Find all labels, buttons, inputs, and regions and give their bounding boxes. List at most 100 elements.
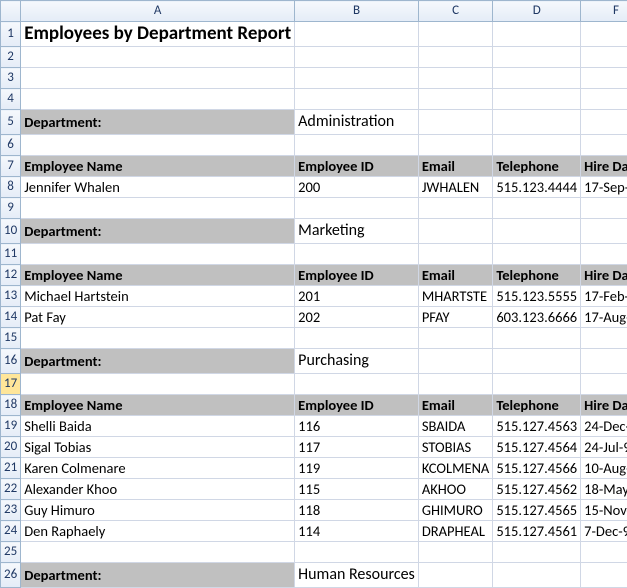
row-header[interactable]: 23 [1, 500, 21, 521]
row-header[interactable]: 2 [1, 47, 21, 68]
col-tel[interactable]: Telephone [493, 156, 581, 177]
emp-name[interactable]: Jennifer Whalen [21, 177, 295, 198]
emp-hire[interactable]: 24-Jul-97 [581, 437, 627, 458]
emp-name[interactable]: Sigal Tobias [21, 437, 295, 458]
cell[interactable] [493, 374, 581, 395]
row-header[interactable]: 6 [1, 135, 21, 156]
col-header-A[interactable]: A [21, 1, 295, 22]
row-header[interactable]: 24 [1, 521, 21, 542]
col-name[interactable]: Employee Name [21, 265, 295, 286]
emp-tel[interactable]: 603.123.6666 [493, 307, 581, 328]
cell[interactable] [493, 563, 581, 588]
emp-name[interactable]: Pat Fay [21, 307, 295, 328]
corner-cell[interactable] [1, 1, 21, 22]
col-hire[interactable]: Hire Date [581, 265, 627, 286]
emp-id[interactable]: 200 [295, 177, 419, 198]
cell[interactable] [581, 47, 627, 68]
col-header-D[interactable]: D [493, 1, 581, 22]
emp-id[interactable]: 117 [295, 437, 419, 458]
emp-email[interactable]: STOBIAS [418, 437, 493, 458]
cell[interactable] [581, 349, 627, 374]
department-label[interactable]: Department: [21, 349, 295, 374]
cell[interactable] [295, 542, 419, 563]
row-header[interactable]: 12 [1, 265, 21, 286]
emp-tel[interactable]: 515.127.4566 [493, 458, 581, 479]
col-name[interactable]: Employee Name [21, 395, 295, 416]
col-hire[interactable]: Hire Date [581, 395, 627, 416]
cell[interactable] [581, 198, 627, 219]
col-header-B[interactable]: B [295, 1, 419, 22]
emp-hire[interactable]: 24-Dec-97 [581, 416, 627, 437]
report-title[interactable]: Employees by Department Report [21, 22, 295, 47]
emp-tel[interactable]: 515.123.5555 [493, 286, 581, 307]
emp-hire[interactable]: 18-May-95 [581, 479, 627, 500]
cell[interactable] [581, 89, 627, 110]
cell[interactable] [418, 349, 493, 374]
emp-id[interactable]: 201 [295, 286, 419, 307]
cell[interactable] [493, 110, 581, 135]
row-header[interactable]: 15 [1, 328, 21, 349]
cell[interactable] [418, 68, 493, 89]
row-header[interactable]: 18 [1, 395, 21, 416]
emp-id[interactable]: 115 [295, 479, 419, 500]
cell[interactable] [21, 47, 295, 68]
col-id[interactable]: Employee ID [295, 395, 419, 416]
cell[interactable] [21, 244, 295, 265]
cell[interactable] [581, 22, 627, 47]
cell[interactable] [418, 110, 493, 135]
cell[interactable] [21, 68, 295, 89]
row-header[interactable]: 5 [1, 110, 21, 135]
emp-id[interactable]: 118 [295, 500, 419, 521]
cell[interactable] [581, 328, 627, 349]
emp-hire[interactable]: 10-Aug-99 [581, 458, 627, 479]
cell[interactable] [581, 374, 627, 395]
emp-hire[interactable]: 17-Feb-96 [581, 286, 627, 307]
cell[interactable] [418, 135, 493, 156]
cell[interactable] [295, 328, 419, 349]
row-header[interactable]: 8 [1, 177, 21, 198]
emp-name[interactable]: Michael Hartstein [21, 286, 295, 307]
cell[interactable] [581, 542, 627, 563]
row-header[interactable]: 7 [1, 156, 21, 177]
cell[interactable] [21, 328, 295, 349]
row-header[interactable]: 25 [1, 542, 21, 563]
cell[interactable] [295, 244, 419, 265]
col-email[interactable]: Email [418, 395, 493, 416]
emp-hire[interactable]: 15-Nov-98 [581, 500, 627, 521]
cell[interactable] [21, 89, 295, 110]
col-id[interactable]: Employee ID [295, 265, 419, 286]
emp-email[interactable]: SBAIDA [418, 416, 493, 437]
col-header-C[interactable]: C [418, 1, 493, 22]
emp-hire[interactable]: 7-Dec-94 [581, 521, 627, 542]
cell[interactable] [418, 563, 493, 588]
emp-tel[interactable]: 515.123.4444 [493, 177, 581, 198]
col-tel[interactable]: Telephone [493, 265, 581, 286]
row-header[interactable]: 22 [1, 479, 21, 500]
department-label[interactable]: Department: [21, 563, 295, 588]
row-header[interactable]: 16 [1, 349, 21, 374]
cell[interactable] [295, 374, 419, 395]
col-id[interactable]: Employee ID [295, 156, 419, 177]
row-header[interactable]: 20 [1, 437, 21, 458]
cell[interactable] [493, 328, 581, 349]
cell[interactable] [493, 22, 581, 47]
row-header[interactable]: 21 [1, 458, 21, 479]
emp-name[interactable]: Den Raphaely [21, 521, 295, 542]
row-header[interactable]: 10 [1, 219, 21, 244]
col-email[interactable]: Email [418, 156, 493, 177]
cell[interactable] [295, 68, 419, 89]
cell[interactable] [493, 542, 581, 563]
cell[interactable] [581, 110, 627, 135]
col-email[interactable]: Email [418, 265, 493, 286]
emp-email[interactable]: PFAY [418, 307, 493, 328]
emp-name[interactable]: Shelli Baida [21, 416, 295, 437]
emp-name[interactable]: Alexander Khoo [21, 479, 295, 500]
cell[interactable] [493, 349, 581, 374]
cell[interactable] [418, 542, 493, 563]
emp-name[interactable]: Guy Himuro [21, 500, 295, 521]
emp-hire[interactable]: 17-Aug-97 [581, 307, 627, 328]
department-label[interactable]: Department: [21, 110, 295, 135]
emp-id[interactable]: 119 [295, 458, 419, 479]
emp-id[interactable]: 114 [295, 521, 419, 542]
emp-tel[interactable]: 515.127.4564 [493, 437, 581, 458]
